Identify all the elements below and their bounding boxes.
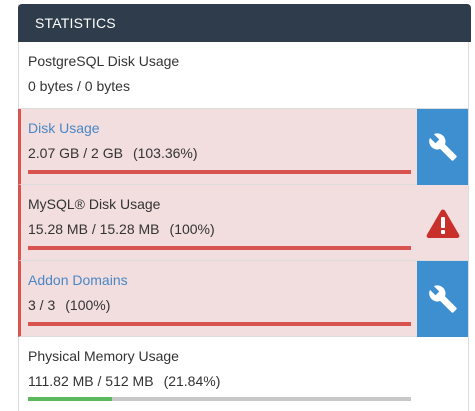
stat-value: 0 bytes / 0 bytes <box>28 78 130 94</box>
stat-disk-usage: Disk Usage 2.07 GB / 2 GB (103.36%) <box>18 109 468 185</box>
stat-name: MySQL® Disk Usage <box>28 196 161 212</box>
stat-percent: (100%) <box>169 221 215 237</box>
usage-bar-fill <box>28 322 411 326</box>
stat-value-text: 111.82 MB / 512 MB <box>28 373 154 389</box>
stat-value-text: 0 bytes / 0 bytes <box>28 78 130 94</box>
statistics-panel: STATISTICS PostgreSQL Disk Usage 0 bytes… <box>18 4 471 411</box>
stat-addon-domains: Addon Domains 3 / 3 (100%) <box>18 261 468 337</box>
stat-value-text: 2.07 GB / 2 GB <box>28 145 123 161</box>
stat-value: 3 / 3 (100%) <box>28 297 110 313</box>
stat-value: 15.28 MB / 15.28 MB (100%) <box>28 221 215 237</box>
wrench-icon <box>428 285 457 313</box>
usage-bar <box>28 170 411 174</box>
stat-name: Physical Memory Usage <box>28 348 179 364</box>
disk-usage-wrench-button[interactable] <box>417 109 468 185</box>
panel-header: STATISTICS <box>18 4 471 42</box>
usage-bar-fill <box>28 170 411 174</box>
stat-percent: (100%) <box>65 297 111 313</box>
disk-usage-link[interactable]: Disk Usage <box>28 120 100 136</box>
stat-value: 2.07 GB / 2 GB (103.36%) <box>28 145 198 161</box>
stat-percent: (103.36%) <box>132 145 198 161</box>
usage-bar <box>28 397 411 401</box>
stat-mysql-disk-usage: MySQL® Disk Usage 15.28 MB / 15.28 MB (10… <box>18 185 468 261</box>
warning-icon <box>426 209 459 238</box>
wrench-icon <box>428 133 457 161</box>
usage-bar-fill <box>28 246 411 250</box>
usage-bar <box>28 322 411 326</box>
stat-value: 111.82 MB / 512 MB (21.84%) <box>28 373 220 389</box>
mysql-warning-indicator <box>417 185 468 261</box>
usage-bar <box>28 246 411 250</box>
addon-domains-link[interactable]: Addon Domains <box>28 272 128 288</box>
usage-bar-fill <box>28 397 112 401</box>
panel-title: STATISTICS <box>35 15 116 31</box>
stat-postgresql-disk-usage: PostgreSQL Disk Usage 0 bytes / 0 bytes <box>19 42 468 109</box>
stat-percent: (21.84%) <box>163 373 221 389</box>
stat-value-text: 15.28 MB / 15.28 MB <box>28 221 160 237</box>
stat-value-text: 3 / 3 <box>28 297 56 313</box>
stat-physical-memory-usage: Physical Memory Usage 111.82 MB / 512 MB… <box>19 337 468 411</box>
stat-name: PostgreSQL Disk Usage <box>28 53 180 69</box>
addon-domains-wrench-button[interactable] <box>417 261 468 337</box>
